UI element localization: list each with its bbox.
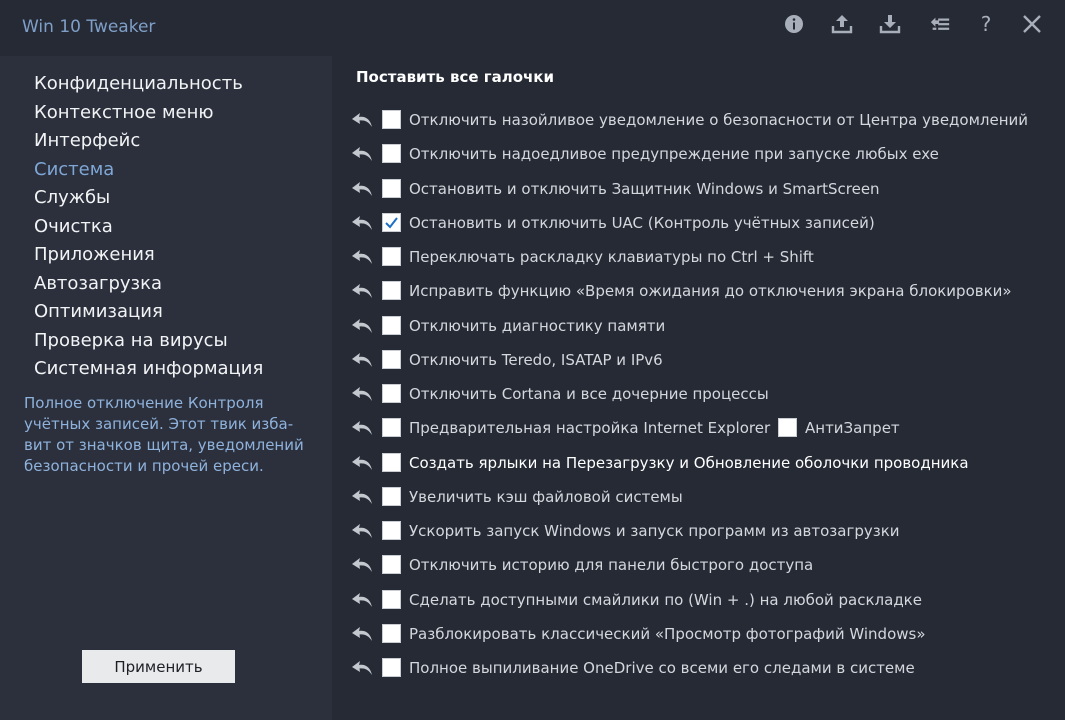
option-label[interactable]: Остановить и отключить Защитник Windows …: [409, 179, 880, 199]
sidebar-item[interactable]: Системная информация: [34, 357, 263, 381]
option-row: Полное выпиливание OneDrive со всеми его…: [350, 656, 1050, 680]
option-row: Остановить и отключить UAC (Контроль учё…: [350, 211, 1050, 235]
option-row: Отключить Teredo, ISATAP и IPv6: [350, 348, 1050, 372]
undo-arrow-icon[interactable]: [350, 453, 374, 473]
sidebar-item[interactable]: Автозагрузка: [34, 272, 162, 296]
option-checkbox[interactable]: [382, 110, 401, 129]
tweak-description: Полное отключение Контроля учётных запис…: [24, 393, 314, 477]
option-checkbox[interactable]: [382, 658, 401, 677]
option-row: Остановить и отключить Защитник Windows …: [350, 177, 1050, 201]
info-icon[interactable]: [782, 12, 806, 36]
sidebar-item[interactable]: Контекстное меню: [34, 101, 214, 125]
upload-icon[interactable]: [830, 12, 854, 36]
option-row: Сделать доступными смайлики по (Win + .)…: [350, 588, 1050, 612]
option-checkbox[interactable]: [382, 144, 401, 164]
sidebar-item[interactable]: Очистка: [34, 215, 113, 239]
description-line: вит от значков щита, уведомлений: [24, 436, 304, 454]
sidebar-item[interactable]: Службы: [34, 186, 110, 210]
option-row: Предварительная настройка Internet Explo…: [350, 416, 1050, 440]
option-label[interactable]: Отключить диагностику памяти: [409, 316, 665, 336]
undo-arrow-icon[interactable]: [350, 624, 374, 644]
sidebar: Конфиденциальность Контекстное меню Интерф…: [0, 56, 332, 720]
option-row: Разблокировать классический «Просмотр фо…: [350, 622, 1050, 646]
option-label[interactable]: Отключить назойливое уведомление о безоп…: [409, 110, 1028, 130]
option-checkbox[interactable]: [382, 212, 401, 232]
undo-arrow-icon[interactable]: [350, 590, 374, 610]
option-label[interactable]: Исправить функцию «Время ожидания до отк…: [409, 281, 1012, 301]
option-checkbox[interactable]: [382, 589, 401, 609]
option-label[interactable]: Отключить историю для панели быстрого до…: [409, 555, 813, 575]
option-checkbox[interactable]: [382, 349, 401, 369]
option-label[interactable]: Остановить и отключить UAC (Контроль учё…: [409, 213, 875, 233]
option-checkbox[interactable]: [382, 315, 401, 335]
undo-arrow-icon[interactable]: [350, 281, 374, 301]
sidebar-item[interactable]: Система: [34, 158, 114, 182]
option-row: Отключить назойливое уведомление о безоп…: [350, 108, 1050, 132]
undo-arrow-icon[interactable]: [350, 350, 374, 370]
undo-arrow-icon[interactable]: [350, 247, 374, 267]
undo-arrow-icon[interactable]: [350, 418, 374, 438]
option-label[interactable]: Предварительная настройка Internet Explo…: [409, 418, 770, 438]
undo-arrow-icon[interactable]: [350, 110, 374, 130]
option-label[interactable]: Создать ярлыки на Перезагрузку и Обновле…: [409, 453, 969, 473]
option-checkbox[interactable]: [382, 178, 401, 198]
undo-arrow-icon[interactable]: [350, 487, 374, 507]
sidebar-item[interactable]: Проверка на вирусы: [34, 329, 228, 353]
sidebar-item[interactable]: Интерфейс: [34, 129, 140, 153]
close-icon[interactable]: [1020, 12, 1044, 36]
app-title: Win 10 Tweaker: [22, 17, 156, 37]
undo-arrow-icon[interactable]: [350, 144, 374, 164]
option-checkbox[interactable]: [382, 384, 401, 403]
title-bar: Win 10 Tweaker ?: [0, 0, 1065, 56]
option-row: Отключить надоедливое предупреждение при…: [350, 142, 1050, 166]
check-all-link[interactable]: Поставить все галочки: [356, 68, 554, 86]
option-checkbox[interactable]: [382, 555, 401, 575]
option-row: Увеличить кэш файловой системы: [350, 485, 1050, 509]
option-label[interactable]: Увеличить кэш файловой системы: [409, 487, 683, 507]
option-row: Создать ярлыки на Перезагрузку и Обновле…: [350, 451, 1050, 475]
option-label[interactable]: Ускорить запуск Windows и запуск програм…: [409, 521, 900, 541]
list-icon[interactable]: [928, 12, 952, 36]
undo-arrow-icon[interactable]: [350, 316, 374, 336]
option-checkbox[interactable]: [382, 452, 401, 472]
apply-button[interactable]: Применить: [82, 650, 235, 683]
description-line: Полное отключение Контроля: [24, 394, 264, 412]
option-label[interactable]: Отключить надоедливое предупреждение при…: [409, 144, 939, 164]
antizapret-checkbox[interactable]: [778, 418, 797, 438]
option-label[interactable]: Переключать раскладку клавиатуры по Ctrl…: [409, 247, 814, 267]
main-panel: Поставить все галочки Отключить назойлив…: [332, 56, 1065, 720]
option-row: Отключить диагностику памяти: [350, 314, 1050, 338]
option-checkbox[interactable]: [382, 247, 401, 266]
antizapret-label[interactable]: АнтиЗапрет: [805, 418, 900, 438]
option-checkbox[interactable]: [382, 623, 401, 643]
option-checkbox[interactable]: [382, 521, 401, 540]
download-icon[interactable]: [878, 12, 902, 36]
undo-arrow-icon[interactable]: [350, 384, 374, 404]
undo-arrow-icon[interactable]: [350, 213, 374, 233]
option-label[interactable]: Сделать доступными смайлики по (Win + .)…: [409, 590, 922, 610]
undo-arrow-icon[interactable]: [350, 658, 374, 678]
sidebar-item[interactable]: Приложения: [34, 243, 155, 267]
help-icon[interactable]: ?: [974, 12, 998, 36]
option-row: Отключить историю для панели быстрого до…: [350, 553, 1050, 577]
description-line: учётных записей. Этот твик изба-: [24, 415, 294, 433]
option-row: Ускорить запуск Windows и запуск програм…: [350, 519, 1050, 543]
sidebar-item[interactable]: Конфиденциальность: [34, 72, 243, 96]
option-label[interactable]: Разблокировать классический «Просмотр фо…: [409, 624, 926, 644]
option-checkbox[interactable]: [382, 486, 401, 506]
option-label[interactable]: Полное выпиливание OneDrive со всеми его…: [409, 658, 915, 678]
option-label[interactable]: Отключить Cortana и все дочерние процесс…: [409, 384, 769, 404]
option-checkbox[interactable]: [382, 418, 401, 438]
option-row: Исправить функцию «Время ожидания до отк…: [350, 279, 1050, 303]
sidebar-item[interactable]: Оптимизация: [34, 300, 163, 324]
option-label[interactable]: Отключить Teredo, ISATAP и IPv6: [409, 350, 663, 370]
option-row: Отключить Cortana и все дочерние процесс…: [350, 382, 1050, 406]
description-line: безопасности и прочей ереси.: [24, 457, 264, 475]
undo-arrow-icon[interactable]: [350, 179, 374, 199]
option-checkbox[interactable]: [382, 281, 401, 301]
undo-arrow-icon[interactable]: [350, 555, 374, 575]
option-row: Переключать раскладку клавиатуры по Ctrl…: [350, 245, 1050, 269]
undo-arrow-icon[interactable]: [350, 521, 374, 541]
